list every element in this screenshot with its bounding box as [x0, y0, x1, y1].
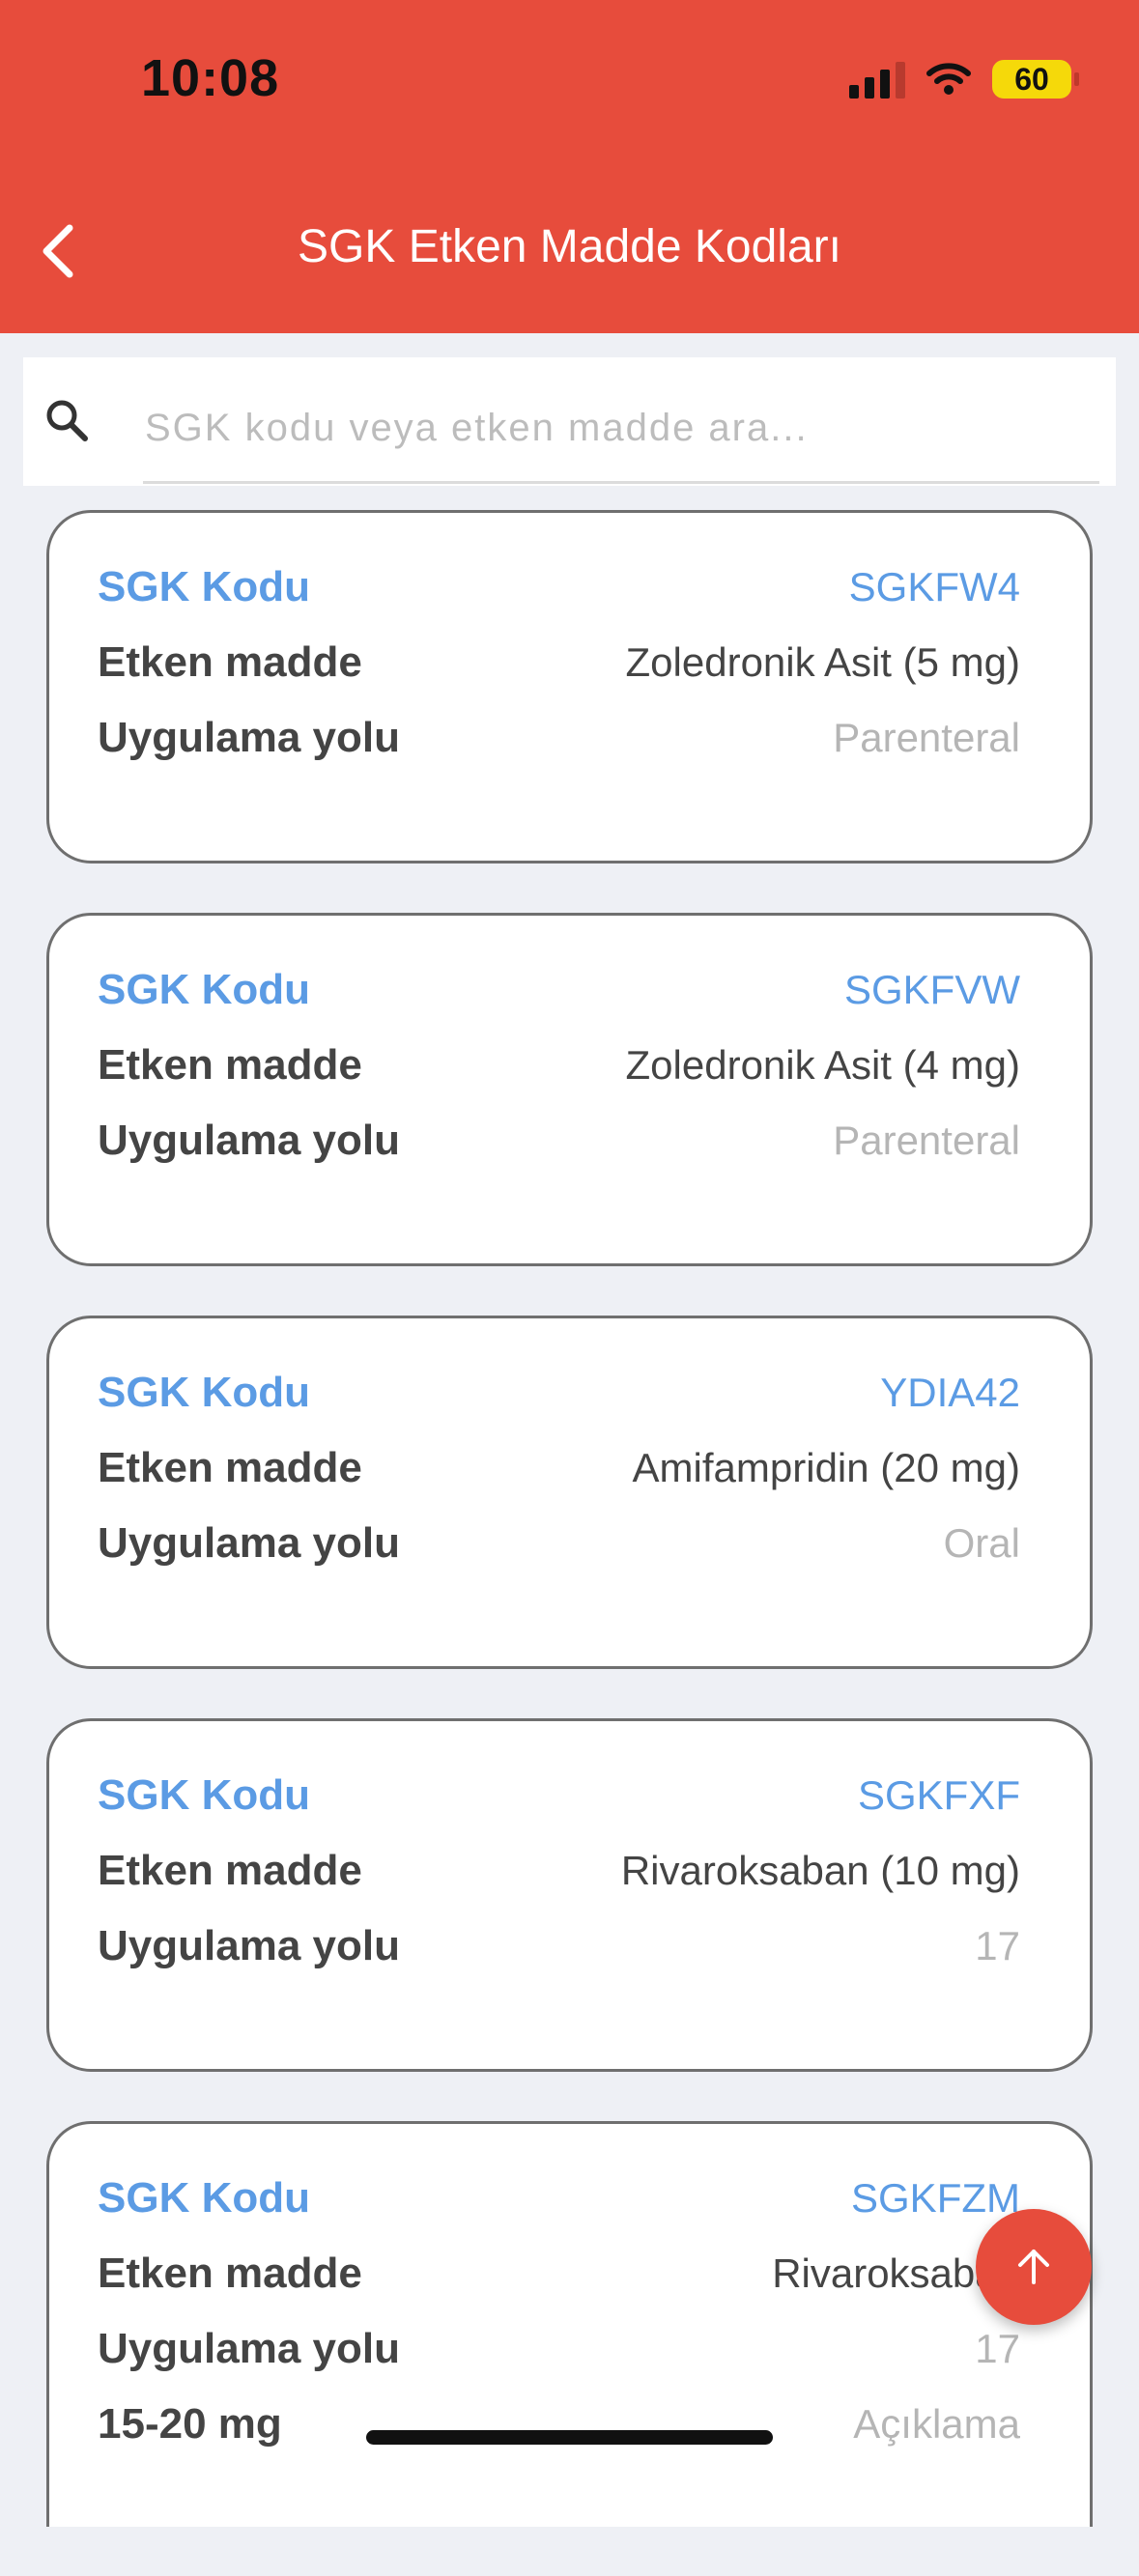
- code-value: SGKFZM: [851, 2175, 1020, 2221]
- search-input[interactable]: [143, 401, 1103, 455]
- code-value: SGKFVW: [843, 967, 1020, 1012]
- ingredient-label: Etken madde: [98, 1444, 362, 1491]
- ingredient-label: Etken madde: [98, 638, 362, 686]
- ingredient-label: Etken madde: [98, 2250, 362, 2297]
- code-value: YDIA42: [880, 1370, 1020, 1415]
- code-card[interactable]: SGK Kodu SGKFVW Etken madde Zoledronik Asi…: [46, 913, 1093, 1266]
- code-card[interactable]: SGK Kodu SGKFZM Etken madde Rivaroksaban U…: [46, 2121, 1093, 2527]
- route-value: Parenteral: [833, 715, 1020, 760]
- route-label: Uygulama yolu: [98, 1519, 400, 1567]
- ingredient-value: Rivaroksaban (10 mg): [620, 1848, 1020, 1893]
- ingredient-label: Etken madde: [98, 1847, 362, 1894]
- app-header: 10:08 60 SGK Etken Madde Kodları: [0, 0, 1139, 333]
- page-title: SGK Etken Madde Kodları: [298, 221, 841, 272]
- wifi-icon: [926, 63, 971, 95]
- code-label: SGK Kodu: [98, 563, 310, 610]
- search-bar: [23, 357, 1116, 486]
- code-list: SGK Kodu SGKFW4 Etken madde Zoledronik Asi…: [46, 510, 1093, 2576]
- search-underline: [143, 481, 1099, 484]
- code-label: SGK Kodu: [98, 1771, 310, 1819]
- cellular-signal-icon: [849, 60, 905, 99]
- route-label: Uygulama yolu: [98, 1117, 400, 1164]
- route-label: Uygulama yolu: [98, 714, 400, 761]
- code-card[interactable]: SGK Kodu SGKFW4 Etken madde Zoledronik Asi…: [46, 510, 1093, 863]
- home-indicator[interactable]: [366, 2430, 773, 2445]
- route-value: Parenteral: [833, 1118, 1020, 1163]
- scroll-to-top-button[interactable]: [976, 2209, 1092, 2325]
- search-icon: [46, 400, 88, 441]
- ingredient-value: Zoledronik Asit (4 mg): [625, 1042, 1020, 1088]
- description-value: Açıklama: [853, 2401, 1020, 2447]
- battery-icon: 60: [992, 60, 1079, 99]
- ingredient-label: Etken madde: [98, 1041, 362, 1089]
- dose-label: 15-20 mg: [98, 2400, 282, 2448]
- route-label: Uygulama yolu: [98, 2325, 400, 2372]
- route-value: 17: [975, 1923, 1020, 1968]
- code-label: SGK Kodu: [98, 966, 310, 1013]
- route-value: 17: [975, 2326, 1020, 2371]
- arrow-up-icon: [1018, 2250, 1049, 2284]
- ingredient-value: Zoledronik Asit (5 mg): [625, 639, 1020, 685]
- status-icons: 60: [849, 60, 1079, 99]
- code-card[interactable]: SGK Kodu YDIA42 Etken madde Amifampridin (…: [46, 1316, 1093, 1669]
- code-label: SGK Kodu: [98, 2174, 310, 2222]
- status-time: 10:08: [141, 49, 280, 107]
- route-value: Oral: [943, 1520, 1020, 1566]
- code-card[interactable]: SGK Kodu SGKFXF Etken madde Rivaroksaban (…: [46, 1718, 1093, 2072]
- route-label: Uygulama yolu: [98, 1922, 400, 1969]
- code-value: SGKFW4: [848, 564, 1020, 609]
- battery-level: 60: [1014, 61, 1049, 97]
- ingredient-value: Amifampridin (20 mg): [632, 1445, 1020, 1490]
- code-label: SGK Kodu: [98, 1369, 310, 1416]
- code-value: SGKFXF: [857, 1772, 1020, 1818]
